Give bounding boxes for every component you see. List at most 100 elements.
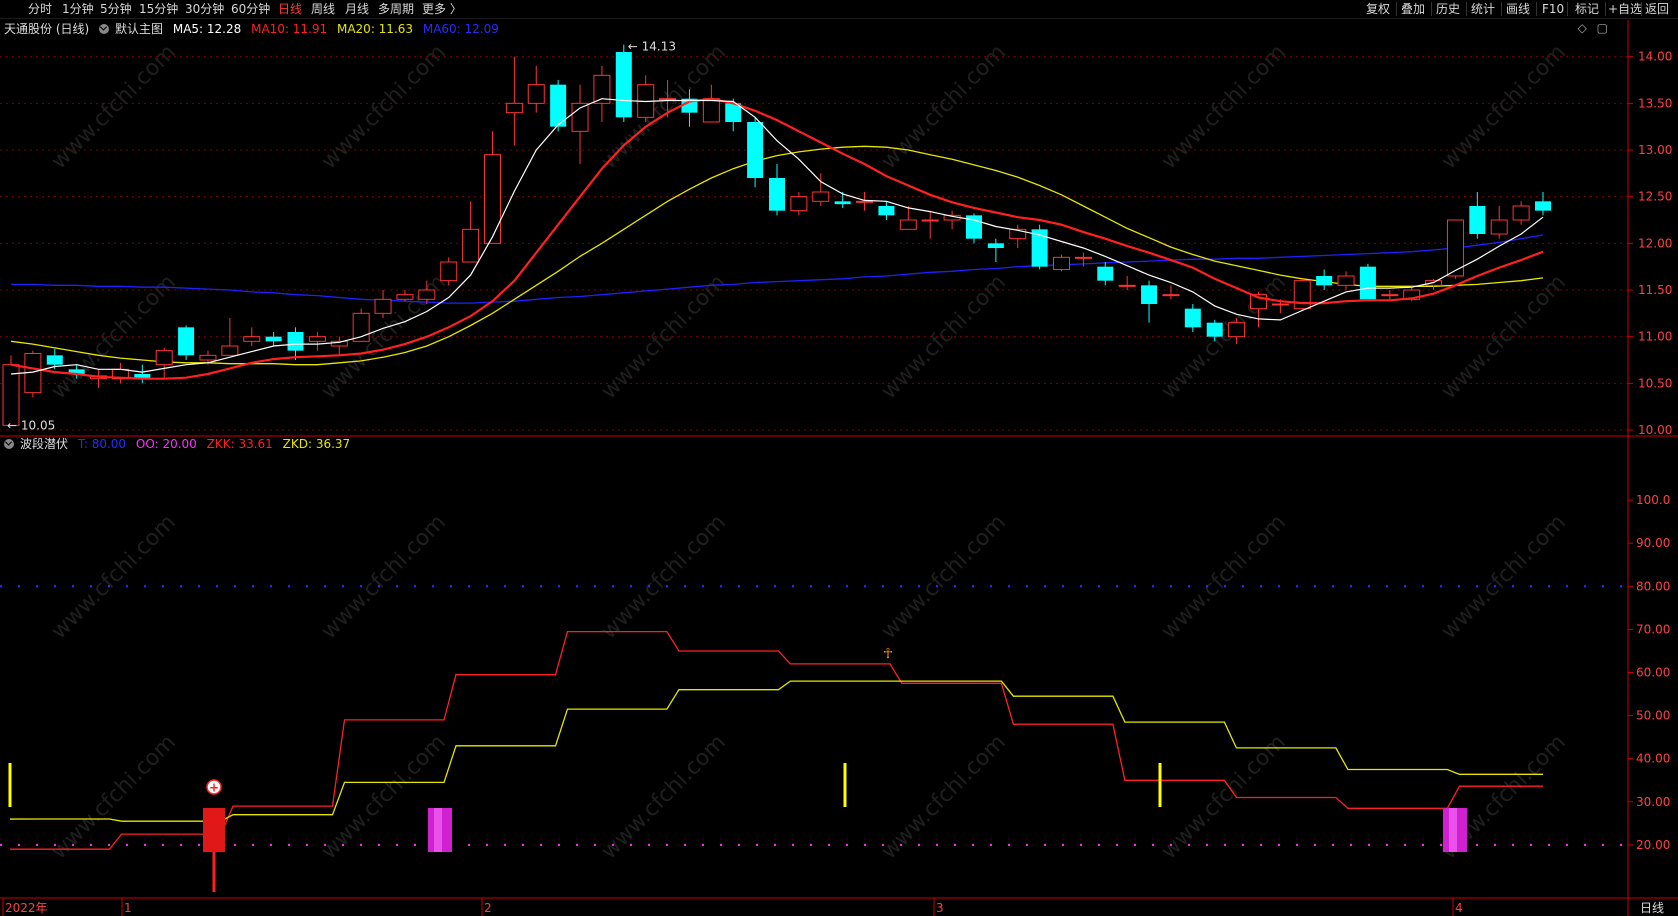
candle bbox=[483, 131, 501, 244]
date-tick-label: 3 bbox=[936, 901, 944, 915]
candle bbox=[1425, 278, 1443, 290]
price-tick-label: 10.00 bbox=[1638, 423, 1672, 437]
candle bbox=[1469, 192, 1486, 239]
candle-body bbox=[505, 102, 523, 114]
candle-body bbox=[199, 354, 217, 361]
candle bbox=[1009, 224, 1027, 248]
watermark-text: www.cfchi.com bbox=[1437, 40, 1571, 174]
candle-body bbox=[769, 178, 785, 211]
period-label: 日线 bbox=[1640, 901, 1664, 915]
candle bbox=[1053, 254, 1071, 272]
candle-body bbox=[483, 154, 501, 244]
candle bbox=[637, 75, 655, 122]
candle bbox=[1031, 224, 1048, 270]
candle bbox=[1162, 285, 1180, 300]
ind-tick-label: 70.00 bbox=[1636, 622, 1670, 636]
watermark-text: www.cfchi.com bbox=[47, 40, 181, 174]
candle-body bbox=[440, 261, 458, 282]
candle-body bbox=[856, 200, 874, 203]
candle-body bbox=[221, 345, 239, 356]
candle-body bbox=[790, 196, 808, 212]
magenta-bar-highlight bbox=[1449, 808, 1457, 852]
candle bbox=[1535, 192, 1551, 216]
zkd-line bbox=[9, 680, 1543, 822]
candle bbox=[987, 238, 1004, 262]
price-tick-label: 13.00 bbox=[1638, 143, 1672, 157]
candle bbox=[1316, 269, 1333, 290]
watermark-text: www.cfchi.com bbox=[597, 270, 731, 404]
candle bbox=[178, 325, 195, 360]
candle bbox=[462, 201, 480, 263]
candle-body bbox=[46, 355, 63, 365]
candle bbox=[24, 350, 42, 398]
candle-body bbox=[1293, 280, 1311, 310]
date-tick-label: 4 bbox=[1455, 901, 1463, 915]
watermark-text: www.cfchi.com bbox=[597, 510, 731, 644]
candle-body bbox=[1228, 322, 1246, 338]
magenta-bar-highlight bbox=[434, 808, 442, 852]
ind-tick-label: 40.00 bbox=[1636, 752, 1670, 766]
ind-tick-label: 30.00 bbox=[1636, 795, 1670, 809]
candle-body bbox=[1512, 205, 1530, 221]
candle-body bbox=[1469, 206, 1486, 234]
candle bbox=[134, 364, 151, 384]
candle-body bbox=[462, 228, 480, 263]
candle bbox=[812, 173, 830, 206]
candle bbox=[308, 332, 326, 351]
price-tick-label: 13.50 bbox=[1638, 96, 1672, 110]
price-tick-label: 11.50 bbox=[1638, 283, 1672, 297]
zkk-line bbox=[9, 630, 1543, 850]
candle-body bbox=[308, 336, 326, 342]
candle-body bbox=[1535, 201, 1551, 211]
candle-body bbox=[243, 336, 261, 342]
candle-body bbox=[834, 201, 851, 205]
watermark-text: www.cfchi.com bbox=[317, 510, 451, 644]
candle bbox=[374, 290, 392, 318]
candle-body bbox=[987, 243, 1004, 248]
candle bbox=[593, 66, 611, 122]
watermark-text: www.cfchi.com bbox=[317, 40, 451, 174]
high-annotation: ← 14.13 bbox=[628, 40, 676, 54]
chart-canvas[interactable]: www.cfchi.com www.cfchi.com www.cfchi.com w… bbox=[0, 0, 1678, 916]
candle-body bbox=[878, 206, 895, 216]
candle bbox=[943, 210, 961, 230]
candle-body bbox=[527, 84, 545, 104]
ind-tick-label: 60.00 bbox=[1636, 666, 1670, 680]
candle bbox=[965, 213, 982, 244]
candle-body bbox=[747, 122, 764, 178]
candle bbox=[899, 206, 917, 230]
person-marker-icon: ☥ bbox=[883, 646, 893, 662]
candle bbox=[1141, 280, 1158, 323]
candle bbox=[265, 332, 282, 346]
ma60-line bbox=[11, 234, 1544, 304]
candle-body bbox=[265, 336, 282, 342]
plus-icon: + bbox=[209, 781, 219, 795]
candle-body bbox=[1490, 219, 1508, 235]
candle bbox=[1118, 276, 1136, 290]
low-annotation: ← 10.05 bbox=[7, 418, 55, 432]
candle-body bbox=[812, 191, 830, 202]
candle-body bbox=[396, 294, 414, 300]
ind-tick-label: 80.00 bbox=[1636, 579, 1670, 593]
candle bbox=[243, 327, 261, 346]
candle-body bbox=[1271, 303, 1289, 306]
watermark-text: www.cfchi.com bbox=[1437, 270, 1571, 404]
candle bbox=[111, 362, 129, 384]
watermark-text: www.cfchi.com bbox=[597, 730, 731, 864]
candle-body bbox=[659, 98, 677, 101]
candle-body bbox=[1359, 266, 1376, 300]
ma5-line bbox=[10, 98, 1544, 375]
ind-tick-label: 100.0 bbox=[1636, 493, 1670, 507]
candle bbox=[1512, 201, 1530, 225]
candle-body bbox=[1206, 322, 1223, 337]
candle-body bbox=[702, 98, 720, 123]
watermark-text: www.cfchi.com bbox=[877, 510, 1011, 644]
candle-body bbox=[1118, 284, 1136, 287]
candle-body bbox=[1053, 256, 1071, 270]
price-tick-label: 14.00 bbox=[1638, 50, 1672, 64]
candle bbox=[878, 201, 895, 220]
price-tick-label: 12.50 bbox=[1638, 190, 1672, 204]
watermark-text: www.cfchi.com bbox=[1437, 510, 1571, 644]
ind-tick-label: 90.00 bbox=[1636, 536, 1670, 550]
candle bbox=[856, 192, 874, 211]
